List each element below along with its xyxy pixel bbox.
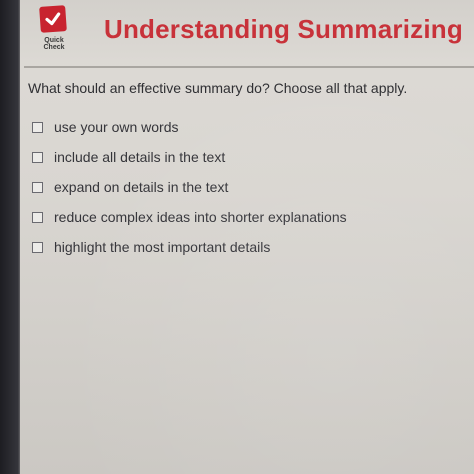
page-title: Understanding Summarizing bbox=[104, 14, 463, 44]
quick-check-logo bbox=[39, 5, 67, 33]
header-divider bbox=[24, 66, 474, 68]
option-label: highlight the most important details bbox=[54, 239, 271, 255]
checkbox[interactable] bbox=[32, 211, 43, 223]
option-reduce-ideas[interactable]: reduce complex ideas into shorter explan… bbox=[32, 202, 347, 232]
option-label: expand on details in the text bbox=[54, 179, 229, 195]
photo-frame: Quick Check Understanding Summarizing Wh… bbox=[0, 0, 474, 474]
option-label: use your own words bbox=[54, 119, 179, 135]
option-highlight-important[interactable]: highlight the most important details bbox=[32, 232, 347, 262]
option-all-details[interactable]: include all details in the text bbox=[32, 142, 347, 172]
logo-label: Quick Check bbox=[43, 37, 65, 51]
answer-options: use your own words include all details i… bbox=[32, 112, 347, 262]
option-expand-details[interactable]: expand on details in the text bbox=[32, 172, 347, 202]
option-label: include all details in the text bbox=[54, 149, 226, 165]
checkbox[interactable] bbox=[32, 151, 43, 163]
question-prompt: What should an effective summary do? Cho… bbox=[28, 80, 408, 96]
option-own-words[interactable]: use your own words bbox=[32, 112, 347, 142]
checkmark-icon bbox=[45, 12, 61, 26]
quiz-screen: Quick Check Understanding Summarizing Wh… bbox=[20, 0, 474, 474]
checkbox[interactable] bbox=[32, 181, 43, 193]
checkbox[interactable] bbox=[32, 121, 43, 133]
header-bar: Quick Check Understanding Summarizing bbox=[20, 0, 474, 62]
option-label: reduce complex ideas into shorter explan… bbox=[54, 209, 347, 225]
checkbox[interactable] bbox=[32, 241, 43, 253]
